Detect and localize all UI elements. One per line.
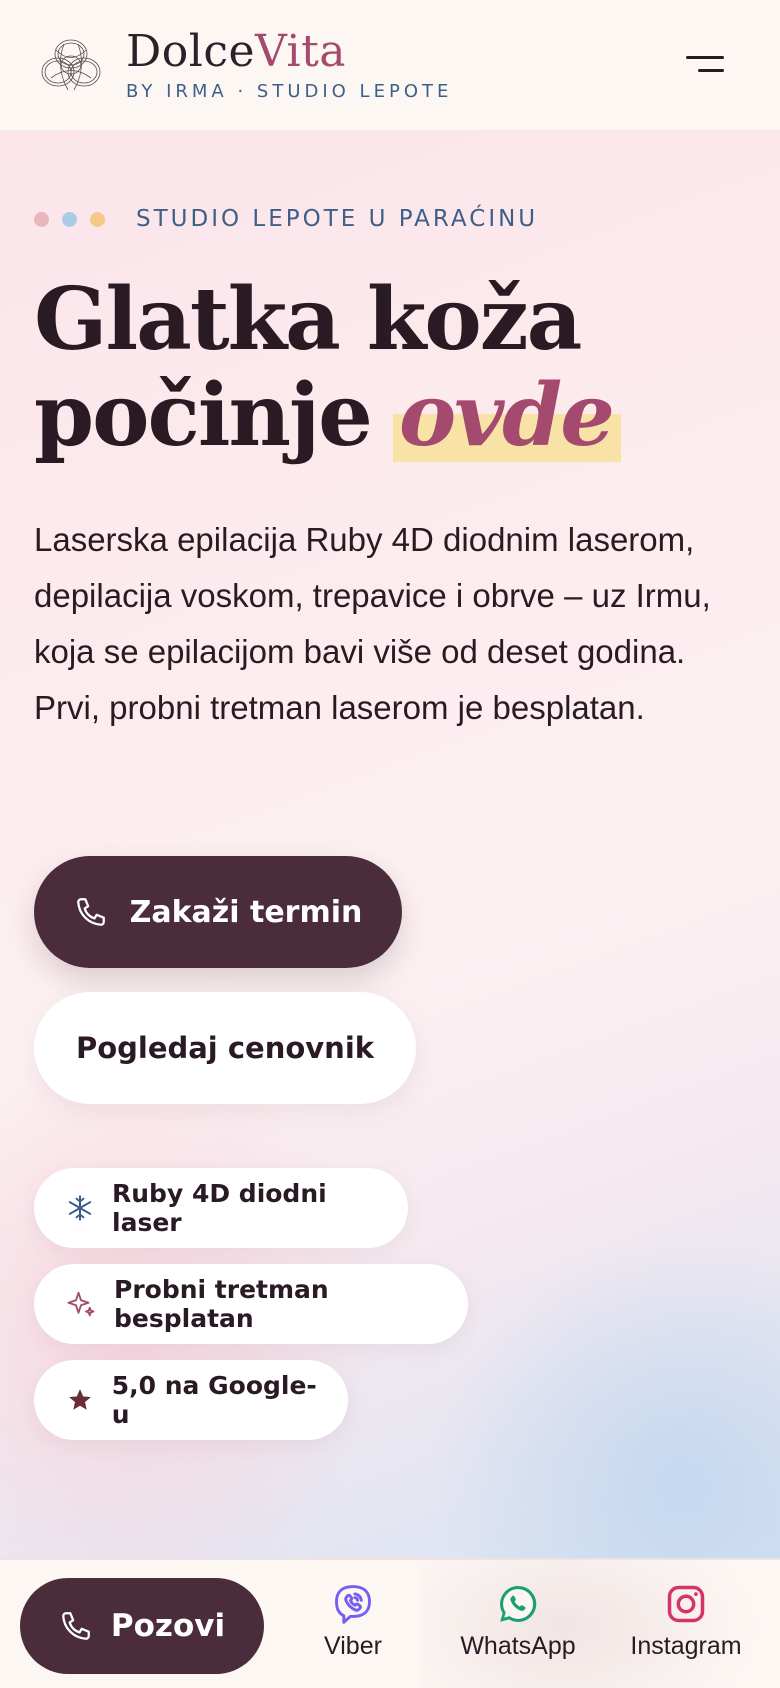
hamburger-menu-icon[interactable] xyxy=(684,54,724,76)
feature-chip-laser: Ruby 4D diodni laser xyxy=(34,1168,408,1248)
hero-section: STUDIO LEPOTE U PARAĆINU Glatka koža poč… xyxy=(0,130,780,1558)
viber-label: Viber xyxy=(324,1632,382,1660)
eyebrow-dot-blue xyxy=(62,211,77,227)
headline-highlight: ovde xyxy=(392,365,622,466)
hero-lead: Laserska epilacija Ruby 4D diodnim laser… xyxy=(34,521,711,726)
view-pricelist-button[interactable]: Pogledaj cenovnik xyxy=(34,992,416,1104)
view-pricelist-label: Pogledaj cenovnik xyxy=(75,1031,375,1065)
snowflake-icon xyxy=(66,1193,94,1223)
site-header: DolceVita BY IRMA · STUDIO LEPOTE xyxy=(0,0,780,130)
feature-chip-free-trial: Probni tretman besplatan xyxy=(34,1264,468,1344)
feature-chip-label: 5,0 na Google-u xyxy=(111,1371,317,1429)
call-button-label: Pozovi xyxy=(110,1608,226,1644)
phone-icon xyxy=(62,1612,90,1640)
viber-link[interactable]: Viber xyxy=(316,1582,390,1661)
eyebrow: STUDIO LEPOTE U PARAĆINU xyxy=(34,206,538,232)
star-icon xyxy=(66,1385,94,1415)
headline-line-2: počinje ovde xyxy=(34,368,754,464)
brand[interactable]: DolceVita BY IRMA · STUDIO LEPOTE xyxy=(126,25,453,102)
headline-line-1: Glatka koža xyxy=(34,269,582,370)
bottom-action-bar: Pozovi Viber WhatsApp Instagram xyxy=(0,1558,780,1688)
sparkle-icon xyxy=(66,1289,96,1319)
headline-line-2-text: počinje xyxy=(34,365,399,466)
feature-chip-rating: 5,0 na Google-u xyxy=(34,1360,348,1440)
instagram-link[interactable]: Instagram xyxy=(624,1582,748,1661)
brand-subtitle: BY IRMA · STUDIO LEPOTE xyxy=(126,80,453,102)
eyebrow-dot-yellow xyxy=(90,211,105,227)
whatsapp-label: WhatsApp xyxy=(460,1632,576,1660)
brand-name-accent: Vita xyxy=(255,25,347,77)
eyebrow-dot-pink xyxy=(34,211,49,227)
whatsapp-icon xyxy=(500,1586,537,1622)
brand-name: DolceVita xyxy=(126,25,452,77)
book-appointment-label: Zakaži termin xyxy=(129,894,363,930)
brand-name-main: Dolce xyxy=(126,25,256,77)
feature-chip-label: Probni tretman besplatan xyxy=(114,1275,329,1333)
instagram-label: Instagram xyxy=(630,1632,742,1660)
flower-logo-icon[interactable] xyxy=(36,30,106,100)
book-appointment-button[interactable]: Zakaži termin xyxy=(34,856,402,968)
feature-chip-label: Ruby 4D diodni laser xyxy=(112,1179,327,1237)
call-button[interactable]: Pozovi xyxy=(20,1578,264,1674)
instagram-icon xyxy=(667,1585,705,1623)
phone-icon xyxy=(76,898,105,926)
page-title: Glatka koža počinje ovde xyxy=(34,272,754,464)
whatsapp-link[interactable]: WhatsApp xyxy=(456,1582,580,1661)
viber-icon xyxy=(335,1585,371,1624)
eyebrow-text: STUDIO LEPOTE U PARAĆINU xyxy=(136,206,539,232)
